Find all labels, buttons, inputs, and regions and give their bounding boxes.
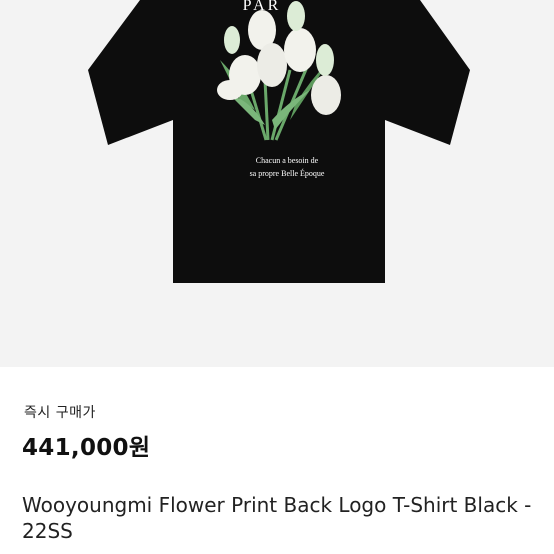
- tshirt-shape: [88, 0, 470, 283]
- tshirt-image: PAR Chacun a besoin de sa propre Belle É…: [88, 0, 470, 283]
- print-text-line1: Chacun a besoin de: [256, 156, 319, 165]
- product-title[interactable]: Wooyoungmi Flower Print Back Logo T-Shir…: [22, 492, 542, 544]
- buy-now-label: 즉시 구매가: [24, 405, 96, 421]
- faded-subtext: [24, 548, 544, 554]
- price-text: 441,000원: [22, 435, 151, 461]
- print-text-line2: sa propre Belle Époque: [250, 168, 325, 178]
- product-image[interactable]: PAR Chacun a besoin de sa propre Belle É…: [0, 0, 554, 367]
